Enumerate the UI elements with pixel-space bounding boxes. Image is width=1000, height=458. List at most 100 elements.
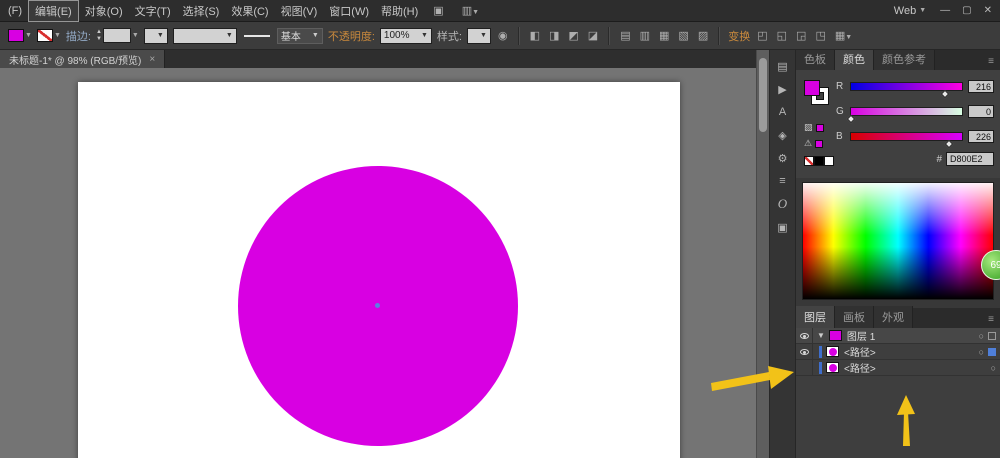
shape-mode-unite-icon[interactable]: ◧	[528, 29, 542, 42]
align-bottom-icon[interactable]: ▨	[696, 29, 710, 42]
green-slider[interactable]	[850, 107, 963, 116]
stroke-color-picker[interactable]: ▼	[37, 29, 61, 42]
menu-view[interactable]: 视图(V)	[275, 1, 324, 21]
graphic-style-dropdown[interactable]: 基本 ▼	[277, 28, 323, 44]
layers-icon[interactable]: ▣	[773, 219, 793, 235]
panel-menu-icon[interactable]: ≡	[988, 314, 1000, 328]
menu-icon[interactable]: ≡	[773, 173, 793, 189]
menu-edit[interactable]: 编辑(E)	[28, 0, 79, 22]
align-left-icon[interactable]: ▤	[618, 29, 632, 42]
target-icon[interactable]: ○	[979, 347, 984, 357]
document-tab[interactable]: 未标题-1* @ 98% (RGB/预览) ×	[0, 50, 165, 68]
white-swatch[interactable]	[824, 156, 834, 166]
scrollbar-thumb[interactable]	[759, 58, 767, 132]
black-swatch[interactable]	[814, 156, 824, 166]
menu-file[interactable]: (F)	[2, 3, 28, 19]
shape-mode-exclude-icon[interactable]: ◪	[586, 29, 600, 42]
gear-icon[interactable]: ⚙	[773, 150, 793, 166]
style-dropdown[interactable]: ▼	[467, 28, 491, 44]
circle-center-anchor[interactable]	[375, 303, 380, 308]
visibility-toggle[interactable]	[796, 328, 813, 343]
brush-definition-dropdown[interactable]: ▼	[173, 28, 237, 44]
style-label[interactable]: 样式:	[437, 28, 462, 44]
align-top-icon[interactable]: ▧	[676, 29, 690, 42]
expand-triangle-icon[interactable]: ▼	[817, 331, 825, 340]
restore-button[interactable]: ▢	[956, 5, 977, 16]
width-profile-dropdown[interactable]: ▼	[144, 28, 168, 44]
workspace-switcher[interactable]: Web ▼	[886, 5, 934, 17]
stroke-weight-field[interactable]	[103, 28, 131, 43]
stroke-none-swatch[interactable]	[37, 29, 53, 42]
symbols-icon[interactable]: ◈	[773, 127, 793, 143]
opacity-label[interactable]: 不透明度:	[328, 28, 375, 44]
selection-indicator[interactable]	[988, 332, 996, 340]
red-value-field[interactable]: 216	[968, 80, 994, 93]
stroke-icon[interactable]: O	[773, 196, 793, 212]
in-gamut-swatch[interactable]	[815, 140, 823, 148]
layer-row[interactable]: <路径> ○	[796, 360, 1000, 376]
web-safe-swatch[interactable]	[816, 124, 824, 132]
fill-proxy-swatch[interactable]	[804, 80, 820, 96]
transform-h-icon[interactable]: ◳	[813, 29, 827, 42]
layer-row[interactable]: <路径> ○	[796, 344, 1000, 360]
green-slider-thumb[interactable]	[847, 115, 855, 123]
opacity-dropdown[interactable]: 100% ▼	[380, 28, 432, 44]
tab-appearance[interactable]: 外观	[874, 306, 913, 328]
close-button[interactable]: ✕	[978, 5, 998, 16]
stroke-weight-stepper[interactable]: ▲ ▼ ▼	[96, 28, 139, 44]
menu-object[interactable]: 对象(O)	[79, 1, 129, 21]
close-icon[interactable]: ×	[149, 54, 155, 65]
minimize-button[interactable]: —	[934, 5, 956, 16]
transform-w-icon[interactable]: ◲	[794, 29, 808, 42]
menu-type[interactable]: 文字(T)	[129, 1, 177, 21]
gamut-warning[interactable]: ⚠	[804, 138, 823, 149]
selection-indicator[interactable]	[988, 348, 996, 356]
target-icon[interactable]: ○	[991, 363, 996, 373]
layer-row[interactable]: ▼ 图层 1 ○	[796, 328, 1000, 344]
menu-effect[interactable]: 效果(C)	[225, 1, 274, 21]
tab-layers[interactable]: 图层	[796, 306, 835, 328]
layer-name[interactable]: <路径>	[844, 344, 979, 359]
red-slider-thumb[interactable]	[941, 90, 949, 98]
tab-color[interactable]: 颜色	[835, 48, 874, 70]
document-setup-icon[interactable]: ◉	[496, 29, 510, 42]
arrange-documents-icon[interactable]: ▥▼	[462, 4, 479, 17]
panel-group-icon[interactable]: ▤	[773, 58, 793, 74]
type-icon[interactable]: A	[773, 104, 793, 120]
color-spectrum[interactable]	[802, 182, 994, 300]
align-right-icon[interactable]: ▦	[657, 29, 671, 42]
green-value-field[interactable]: 0	[968, 105, 994, 118]
tab-swatches[interactable]: 色板	[796, 48, 835, 70]
shape-mode-minus-icon[interactable]: ◨	[547, 29, 561, 42]
step-up-icon[interactable]: ▲	[96, 29, 102, 36]
canvas[interactable]	[0, 68, 756, 458]
blue-slider-thumb[interactable]	[945, 140, 953, 148]
menu-window[interactable]: 窗口(W)	[323, 1, 375, 21]
menu-select[interactable]: 选择(S)	[177, 1, 226, 21]
tab-artboards[interactable]: 画板	[835, 306, 874, 328]
red-slider[interactable]	[850, 82, 963, 91]
stepper-arrows[interactable]: ▲ ▼	[96, 29, 102, 42]
menu-help[interactable]: 帮助(H)	[375, 1, 424, 21]
panel-menu-icon[interactable]: ≡	[988, 56, 1000, 70]
target-icon[interactable]: ○	[979, 331, 984, 341]
vertical-scrollbar[interactable]	[756, 50, 769, 458]
align-center-icon[interactable]: ▥	[638, 29, 652, 42]
tab-color-guide[interactable]: 颜色参考	[874, 48, 935, 70]
web-color-warning[interactable]: ▧	[804, 122, 824, 133]
hex-value-field[interactable]: D800E2	[946, 152, 994, 166]
shape-mode-intersect-icon[interactable]: ◩	[566, 29, 580, 42]
blue-slider[interactable]	[850, 132, 963, 141]
fill-swatch[interactable]	[8, 29, 24, 42]
stroke-label[interactable]: 描边:	[66, 28, 91, 44]
fill-color-picker[interactable]: ▼	[8, 29, 32, 42]
step-down-icon[interactable]: ▼	[96, 36, 102, 43]
play-icon[interactable]: ▶	[773, 81, 793, 97]
grid-options-icon[interactable]: ▦▼	[833, 29, 854, 42]
transform-x-icon[interactable]: ◰	[755, 29, 769, 42]
layer-name[interactable]: 图层 1	[847, 328, 979, 343]
none-swatch[interactable]	[804, 156, 814, 166]
transform-label[interactable]: 变换	[728, 28, 750, 44]
visibility-toggle[interactable]	[796, 344, 813, 359]
blue-value-field[interactable]: 226	[968, 130, 994, 143]
